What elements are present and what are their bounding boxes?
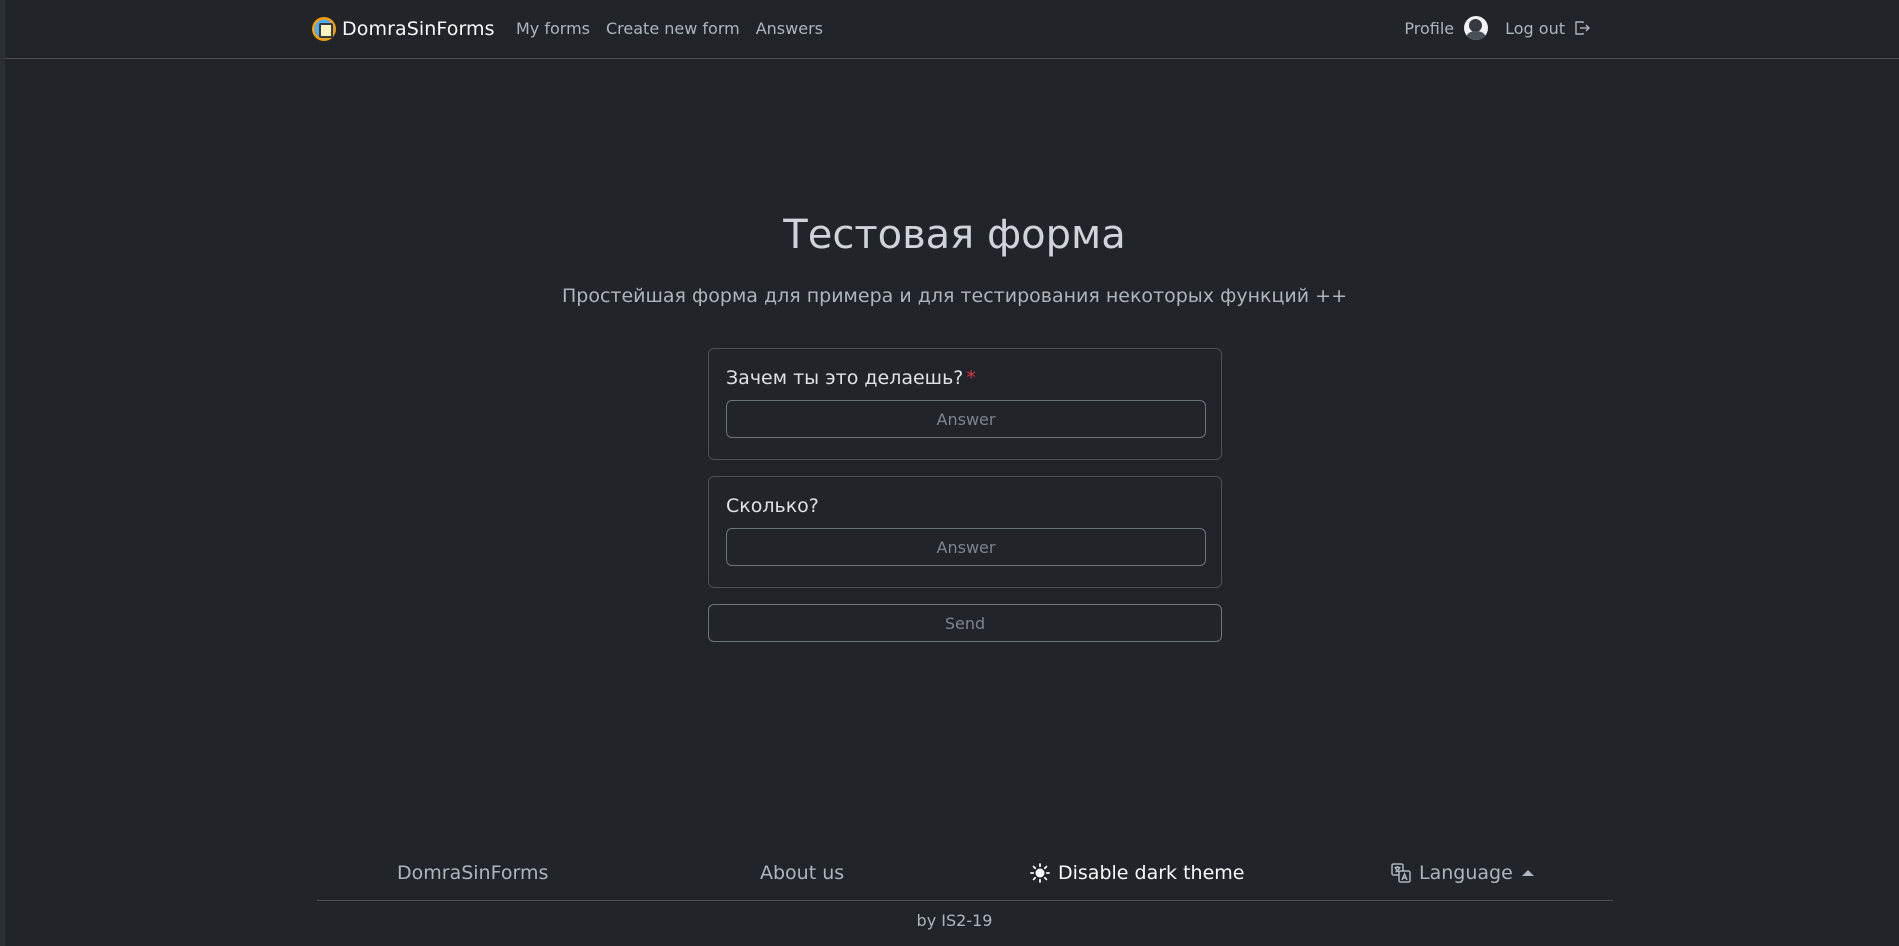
- caret-up-icon: [1521, 870, 1534, 876]
- answer-input-1[interactable]: [726, 400, 1206, 438]
- navbar: DomraSinForms My forms Create new form A…: [5, 0, 1899, 59]
- sun-icon: [1030, 863, 1050, 883]
- theme-label: Disable dark theme: [1058, 862, 1245, 884]
- nav-create-new-form[interactable]: Create new form: [606, 19, 740, 38]
- send-button[interactable]: Send: [708, 604, 1222, 642]
- question-label: Сколько?: [726, 495, 1204, 517]
- nav-right: Profile Log out: [1404, 16, 1591, 40]
- footer-byline: by IS2-19: [916, 911, 993, 930]
- form-description: Простейшая форма для примера и для тести…: [562, 285, 1347, 307]
- required-mark: *: [966, 367, 976, 389]
- footer-brand-link[interactable]: DomraSinForms: [397, 862, 548, 884]
- question-text: Зачем ты это делаешь?: [726, 367, 964, 389]
- profile-link[interactable]: Profile: [1404, 16, 1489, 40]
- footer-divider: [317, 900, 1613, 901]
- answer-input-2[interactable]: [726, 528, 1206, 566]
- disable-dark-theme-button[interactable]: Disable dark theme: [1030, 862, 1244, 884]
- logout-link[interactable]: Log out: [1505, 19, 1591, 38]
- brand-name: DomraSinForms: [342, 18, 495, 40]
- nav-links: My forms Create new form Answers: [516, 19, 823, 38]
- profile-label: Profile: [1404, 18, 1455, 38]
- domrasinforms-logo-icon: [312, 17, 336, 41]
- user-avatar: [1464, 16, 1489, 40]
- box-arrow-right-icon: [1575, 21, 1590, 35]
- footer-about-link[interactable]: About us: [760, 862, 844, 884]
- question-card-1: Зачем ты это делаешь? *: [708, 348, 1222, 460]
- logout-label: Log out: [1505, 18, 1565, 38]
- language-dropdown[interactable]: Language: [1391, 862, 1534, 884]
- brand-link[interactable]: DomraSinForms: [312, 17, 495, 41]
- form-title: Тестовая форма: [783, 212, 1126, 258]
- translate-icon: [1391, 863, 1411, 883]
- page: DomraSinForms My forms Create new form A…: [0, 0, 1899, 946]
- language-label: Language: [1419, 862, 1513, 884]
- question-label: Зачем ты это делаешь? *: [726, 367, 1204, 389]
- question-card-2: Сколько?: [708, 476, 1222, 588]
- nav-answers[interactable]: Answers: [756, 19, 823, 38]
- nav-my-forms[interactable]: My forms: [516, 19, 590, 38]
- footer-nav: DomraSinForms About us Disable dark them…: [317, 860, 1613, 901]
- question-text: Сколько?: [726, 495, 819, 517]
